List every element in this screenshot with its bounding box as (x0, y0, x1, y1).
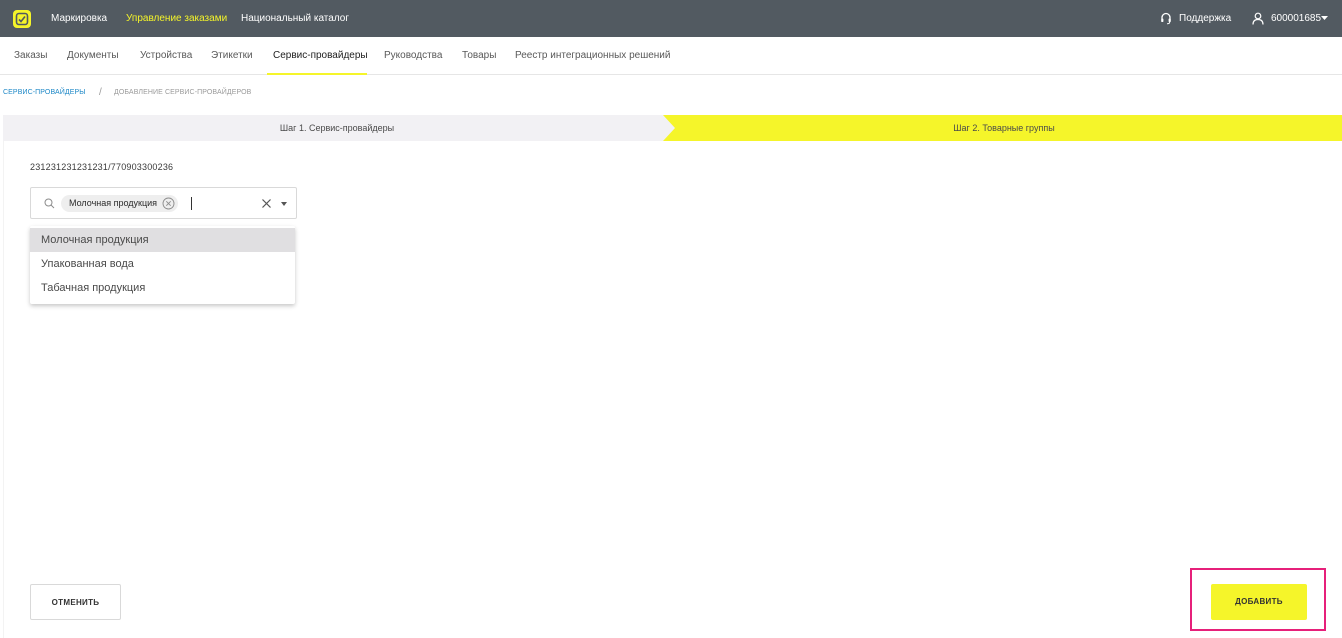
subnav-item-integration-registry[interactable]: Реестр интеграционных решений (515, 37, 670, 75)
headset-icon[interactable] (1160, 12, 1172, 25)
option-packaged-water[interactable]: Упакованная вода (30, 252, 295, 276)
step-2-label[interactable]: Шаг 2. Товарные группы (666, 115, 1342, 141)
step-1-label[interactable]: Шаг 1. Сервис-провайдеры (3, 115, 671, 141)
product-group-options: Молочная продукция Упакованная вода Таба… (30, 226, 295, 304)
selected-chip: Молочная продукция (61, 195, 179, 212)
search-icon (44, 198, 55, 209)
active-tab-indicator (267, 73, 367, 75)
add-button[interactable]: ДОБАВИТЬ (1211, 584, 1307, 620)
subnav-item-labels[interactable]: Этикетки (211, 37, 253, 75)
text-cursor (191, 197, 192, 210)
product-group-select[interactable]: Молочная продукция (30, 187, 297, 219)
breadcrumb-link-service-providers[interactable]: Сервис-провайдеры (3, 89, 86, 96)
top-nav-national-catalog[interactable]: Национальный каталог (241, 0, 349, 37)
subnav-item-devices[interactable]: Устройства (140, 37, 192, 75)
subnav-item-documents[interactable]: Документы (67, 37, 119, 75)
top-bar: Маркировка Управление заказами Националь… (0, 0, 1342, 37)
caret-down-icon[interactable] (1321, 16, 1328, 21)
sub-navigation: Заказы Документы Устройства Этикетки Сер… (0, 37, 1342, 75)
top-nav-marking[interactable]: Маркировка (51, 0, 107, 37)
stepper: Шаг 1. Сервис-провайдеры Шаг 2. Товарные… (3, 115, 1342, 141)
close-icon[interactable] (261, 198, 272, 209)
user-icon[interactable] (1252, 12, 1264, 25)
close-circle-icon[interactable] (162, 197, 175, 210)
user-account-label[interactable]: 600001685 (1271, 0, 1321, 37)
cancel-button[interactable]: ОТМЕНИТЬ (30, 584, 121, 620)
option-dairy[interactable]: Молочная продукция (30, 228, 295, 252)
support-link[interactable]: Поддержка (1179, 0, 1231, 37)
subnav-item-guides[interactable]: Руководства (384, 37, 442, 75)
subnav-item-service-providers[interactable]: Сервис-провайдеры (273, 37, 368, 75)
crpt-logo-icon[interactable] (13, 10, 31, 28)
option-tobacco[interactable]: Табачная продукция (30, 276, 295, 300)
dropdown-arrow-icon[interactable] (281, 202, 287, 206)
selected-chip-label: Молочная продукция (69, 198, 158, 208)
top-nav-order-management[interactable]: Управление заказами (126, 0, 227, 37)
breadcrumb-current: Добавление сервис-провайдеров (114, 89, 252, 96)
subnav-item-goods[interactable]: Товары (462, 37, 496, 75)
subnav-item-orders[interactable]: Заказы (14, 37, 47, 75)
provider-inn-kpp: 231231231231231/770903300236 (30, 162, 174, 172)
breadcrumb-separator: / (99, 87, 102, 98)
